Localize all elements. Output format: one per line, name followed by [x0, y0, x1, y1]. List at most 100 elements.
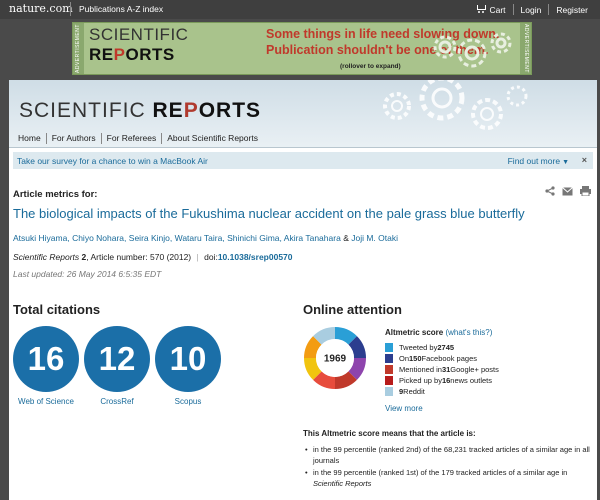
ad-side-label-left: ADVERTISEMENT [73, 23, 84, 74]
journal-title[interactable]: SCIENTIFIC REPORTS [19, 99, 261, 123]
register-link[interactable]: Register [556, 5, 588, 15]
source-row-google-plus: Mentioned in 31 Google+ posts [385, 364, 499, 375]
ad-brand-gear: P [113, 45, 126, 64]
print-icon[interactable] [580, 186, 591, 196]
author-link[interactable]: Wataru Taira [175, 233, 223, 243]
altmetric-score-value: 1969 [324, 354, 347, 365]
cart-icon [476, 4, 487, 13]
share-tools [545, 186, 591, 196]
doi-label: doi: [204, 252, 218, 262]
ad-brand-light: SCIENTIFIC [89, 25, 189, 44]
author-link[interactable]: Atsuki Hiyama [13, 233, 67, 243]
ad-brand-bold-1: RE [89, 45, 114, 64]
article-title[interactable]: The biological impacts of the Fukushima … [13, 206, 525, 221]
source-text: On [399, 354, 410, 363]
share-icon[interactable] [545, 186, 555, 196]
ad-rollover-hint: (rollover to expand) [340, 63, 401, 70]
divider [70, 2, 71, 16]
publications-index-link[interactable]: Publications A-Z index [79, 4, 163, 14]
ad-brand-bold-2: ORTS [125, 45, 175, 64]
close-icon[interactable]: × [582, 155, 587, 165]
citation-line: Scientific Reports 2, Article number: 57… [13, 252, 293, 262]
masthead-gears-icon [383, 80, 528, 130]
journal-nav: Home For Authors For Referees About Scie… [9, 129, 263, 148]
percentile-text: in the 99 percentile (ranked 1st) of the… [313, 468, 568, 477]
account-links: Cart Login Register [476, 4, 588, 15]
citation-label-web-of-science[interactable]: Web of Science [13, 397, 79, 406]
citation-count-scopus[interactable]: 10 [155, 326, 221, 392]
article-number: , Article number: 570 (2012) [86, 252, 192, 262]
source-text: news outlets [450, 376, 492, 385]
nav-for-referees[interactable]: For Referees [102, 133, 163, 144]
source-row-news: Picked up by 16 news outlets [385, 375, 499, 386]
survey-banner: Take our survey for a chance to win a Ma… [13, 152, 593, 169]
citation-count-web-of-science[interactable]: 16 [13, 326, 79, 392]
source-count: 2745 [437, 343, 455, 352]
nav-about[interactable]: About Scientific Reports [162, 133, 263, 144]
percentile-item: in the 99 percentile (ranked 2nd) of the… [303, 444, 593, 466]
twitter-swatch [385, 343, 393, 352]
login-link[interactable]: Login [521, 5, 542, 15]
news-swatch [385, 376, 393, 385]
author-link[interactable]: Chiyo Nohara [72, 233, 124, 243]
journal-title-light: SCIENTIFIC [19, 99, 146, 122]
source-text: Reddit [403, 387, 425, 396]
attention-sources: Tweeted by 2745 On 150 Facebook pages Me… [385, 342, 499, 397]
altmetric-score-title: Altmetric score [385, 328, 444, 337]
source-row-twitter: Tweeted by 2745 [385, 342, 499, 353]
google-plus-swatch [385, 365, 393, 374]
whats-this-link[interactable]: (what's this?) [445, 328, 492, 337]
journal-title-bold-2: ORTS [198, 99, 262, 122]
author-link[interactable]: Seira Kinjo [129, 233, 170, 243]
nav-for-authors[interactable]: For Authors [47, 133, 102, 144]
ad-gears-icon [433, 32, 512, 68]
source-text: Google+ posts [450, 365, 499, 374]
journal-title-bold-1: RE [152, 99, 184, 122]
journal-name: Scientific Reports [13, 252, 80, 262]
email-icon[interactable] [562, 186, 573, 196]
cart-link[interactable]: Cart [476, 4, 506, 15]
main-page: SCIENTIFIC REPORTS Home For Authors For … [9, 80, 597, 500]
divider [548, 4, 550, 15]
last-updated: Last updated: 26 May 2014 6:5:35 EDT [13, 269, 162, 279]
divider: | [196, 252, 199, 262]
find-out-more-label: Find out more [507, 156, 561, 166]
view-more-link[interactable]: View more [385, 404, 423, 413]
author-link[interactable]: Shinichi Gima [227, 233, 279, 243]
doi-link[interactable]: 10.1038/srep00570 [218, 252, 293, 262]
online-attention-heading: Online attention [303, 302, 402, 317]
find-out-more-link[interactable]: Find out more ▼ [508, 156, 569, 166]
altmetric-meaning-heading: This Altmetric score means that the arti… [303, 429, 476, 438]
total-citations-heading: Total citations [13, 302, 101, 317]
journal-masthead: SCIENTIFIC REPORTS Home For Authors For … [9, 80, 597, 148]
source-row-reddit: 9 Reddit [385, 386, 499, 397]
top-bar: nature.com Publications A-Z index Cart L… [0, 0, 600, 19]
author-link[interactable]: Joji M. Otaki [351, 233, 398, 243]
survey-link[interactable]: Take our survey for a chance to win a Ma… [17, 156, 208, 166]
nature-logo[interactable]: nature.com [9, 2, 73, 15]
ad-brand: SCIENTIFIC REPORTS [89, 25, 188, 65]
caret-down-icon: ▼ [562, 159, 569, 166]
citation-label-scopus[interactable]: Scopus [155, 397, 221, 406]
source-text: Mentioned in [399, 365, 442, 374]
citation-label-crossref[interactable]: CrossRef [84, 397, 150, 406]
citation-count-crossref[interactable]: 12 [84, 326, 150, 392]
author-link[interactable]: Akira Tanahara [284, 233, 341, 243]
metrics-for-label: Article metrics for: [13, 189, 98, 200]
altmetric-donut[interactable]: 1969 [303, 326, 367, 390]
facebook-swatch [385, 354, 393, 363]
nav-home[interactable]: Home [9, 133, 47, 144]
author-list: Atsuki Hiyama, Chiyo Nohara, Seira Kinjo… [13, 233, 398, 243]
source-text: Tweeted by [399, 343, 438, 352]
cart-label: Cart [489, 5, 506, 15]
source-count: 150 [409, 354, 422, 363]
divider [512, 4, 514, 15]
source-text: Picked up by [399, 376, 442, 385]
source-row-facebook: On 150 Facebook pages [385, 353, 499, 364]
source-count: 16 [441, 376, 451, 385]
percentile-list: in the 99 percentile (ranked 2nd) of the… [303, 444, 593, 490]
ampersand: & [343, 233, 349, 243]
reddit-swatch [385, 387, 393, 396]
banner-advertisement[interactable]: ADVERTISEMENT SCIENTIFIC REPORTS Some th… [72, 22, 532, 75]
ad-side-label-right: ADVERTISEMENT [520, 23, 531, 74]
